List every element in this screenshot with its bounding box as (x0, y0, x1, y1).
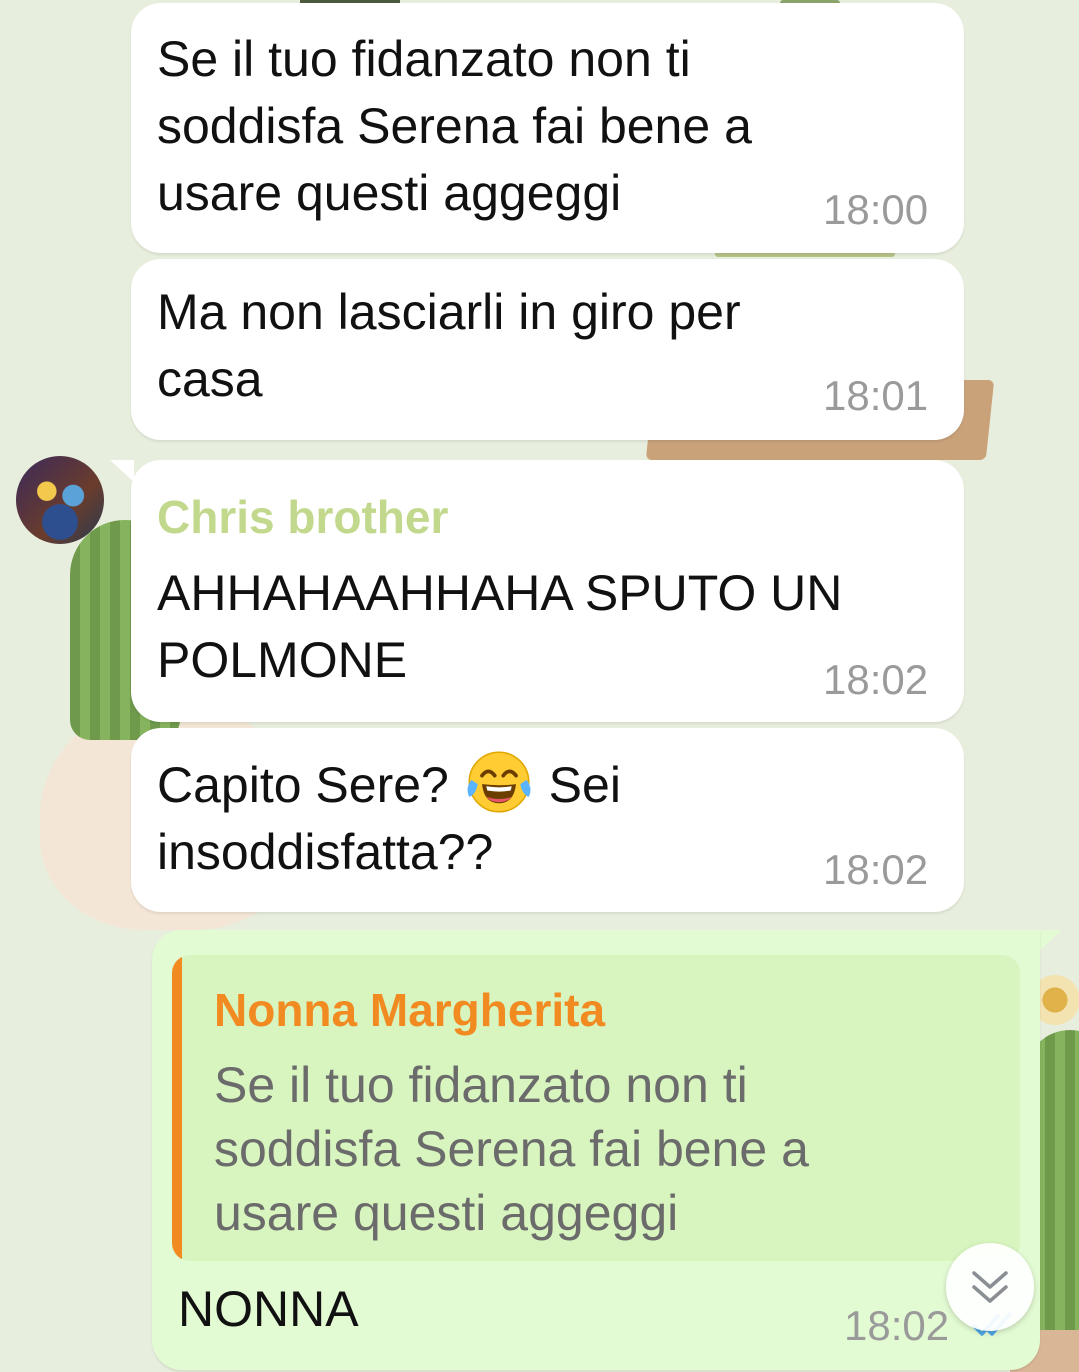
message-list[interactable]: Se il tuo fidanzato non ti soddisfa Sere… (0, 0, 1079, 1372)
quoted-line: usare questi aggeggi (214, 1185, 679, 1241)
message-text: Se il tuo fidanzato non ti soddisfa Sere… (157, 26, 752, 227)
message-text: Capito Sere? Sei insoddisfatta?? (157, 748, 621, 886)
quoted-line: soddisfa Serena fai bene a (214, 1121, 809, 1177)
incoming-message-bubble[interactable]: Capito Sere? Sei insoddisfatta?? 18:02 (131, 728, 964, 912)
quoted-sender-name: Nonna Margherita (214, 984, 606, 1036)
quoted-text: Se il tuo fidanzato non ti soddisfa Sere… (214, 1053, 809, 1245)
message-line: AHHAHAAHHAHA SPUTO UN (157, 565, 843, 621)
message-timestamp: 18:02 (844, 1302, 950, 1349)
message-line: usare questi aggeggi (157, 165, 622, 221)
message-text: Ma non lasciarli in giro per casa (157, 279, 741, 413)
message-line: casa (157, 351, 263, 407)
message-line: Capito Sere? Sei (157, 748, 621, 819)
message-timestamp: 18:01 (823, 372, 929, 419)
message-line: insoddisfatta?? (157, 824, 494, 880)
incoming-message-bubble[interactable]: Se il tuo fidanzato non ti soddisfa Sere… (131, 3, 964, 253)
bubble-tail (1038, 930, 1062, 952)
quoted-line: Se il tuo fidanzato non ti (214, 1057, 748, 1113)
avatar[interactable] (16, 456, 104, 544)
scroll-to-bottom-button[interactable] (946, 1243, 1034, 1331)
message-line: Se il tuo fidanzato non ti (157, 31, 691, 87)
face-with-tears-of-joy-icon (467, 751, 531, 813)
message-text: AHHAHAAHHAHA SPUTO UN POLMONE (157, 560, 842, 694)
message-timestamp: 18:02 (823, 846, 929, 893)
message-line: POLMONE (157, 632, 408, 688)
bubble-tail (110, 460, 134, 482)
outgoing-message-bubble[interactable]: Nonna Margherita Se il tuo fidanzato non… (152, 930, 1040, 1370)
message-line: soddisfa Serena fai bene a (157, 98, 752, 154)
incoming-message-bubble[interactable]: Ma non lasciarli in giro per casa 18:01 (131, 259, 964, 440)
message-line: Ma non lasciarli in giro per (157, 284, 741, 340)
message-timestamp: 18:02 (823, 656, 929, 703)
quoted-message[interactable]: Nonna Margherita Se il tuo fidanzato non… (172, 955, 1020, 1261)
message-text: NONNA (178, 1281, 359, 1337)
incoming-message-bubble[interactable]: Chris brother AHHAHAAHHAHA SPUTO UN POLM… (131, 460, 964, 722)
chevron-double-down-icon (972, 1271, 1008, 1303)
quote-accent-bar (172, 955, 182, 1261)
message-timestamp: 18:00 (823, 186, 929, 233)
sender-name[interactable]: Chris brother (157, 490, 448, 544)
